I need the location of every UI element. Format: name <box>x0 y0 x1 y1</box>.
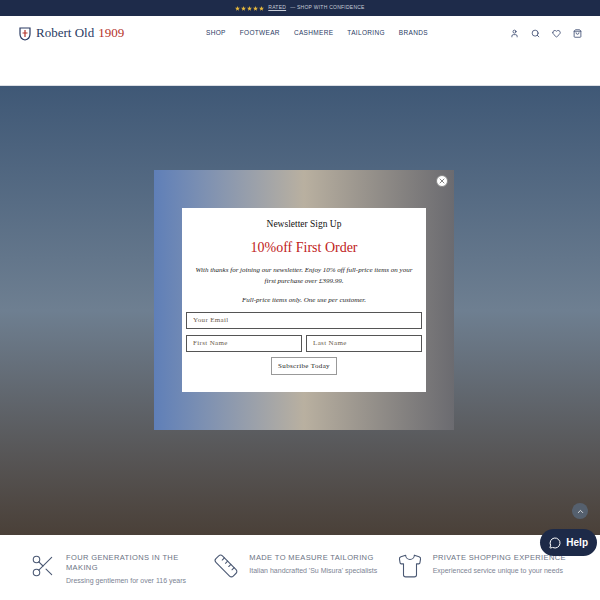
newsletter-popup: Newsletter Sign Up 10%off First Order With… <box>154 170 454 430</box>
wishlist-icon[interactable] <box>552 29 561 38</box>
feature-icon <box>213 553 239 579</box>
feature: MADE TO MEASURE TAILORINGItalian handcra… <box>213 553 386 600</box>
bag-icon[interactable] <box>573 29 582 38</box>
last-name-input[interactable] <box>306 335 422 352</box>
star-icon <box>253 6 258 11</box>
first-name-input[interactable] <box>186 335 302 352</box>
account-icon[interactable] <box>510 29 519 38</box>
features-strip: FOUR GENERATIONS IN THE MAKINGDressing g… <box>0 535 600 600</box>
star-icon <box>235 6 240 11</box>
popup-offer: 10%off First Order <box>250 237 357 258</box>
search-icon[interactable] <box>531 29 540 38</box>
page: RATED — SHOP WITH CONFIDENCE Robert Old190… <box>0 0 600 600</box>
feature: FOUR GENERATIONS IN THE MAKINGDressing g… <box>30 553 203 600</box>
scroll-top-button[interactable] <box>572 503 588 519</box>
close-icon <box>438 177 446 185</box>
email-input[interactable] <box>186 312 422 329</box>
nav-item[interactable]: CASHMERE <box>294 28 333 38</box>
popup-content: Newsletter Sign Up 10%off First Order With… <box>182 208 426 392</box>
star-icon <box>259 6 264 11</box>
popup-body: With thanks for joining our newsletter. … <box>186 265 422 286</box>
star-icon <box>241 6 246 11</box>
logo[interactable]: Robert Old1909 <box>18 23 188 43</box>
header: Robert Old1909 SHOP FOOTWEAR CASHMERE TAILOR… <box>0 16 600 86</box>
star-icon <box>247 6 252 11</box>
chevron-up-icon <box>576 507 585 516</box>
rated-link[interactable]: RATED <box>268 4 286 12</box>
announcement-bar: RATED — SHOP WITH CONFIDENCE <box>0 0 600 16</box>
subscribe-button[interactable]: Subscribe Today <box>271 357 337 376</box>
nav-item[interactable]: SHOP <box>206 28 226 38</box>
nav-item[interactable]: BRANDS <box>399 28 428 38</box>
feature-icon <box>30 553 56 579</box>
feature: PRIVATE SHOPPING EXPERIENCEExperienced s… <box>397 553 570 600</box>
popup-close-button[interactable] <box>436 175 448 187</box>
crest-icon <box>18 25 32 41</box>
popup-note: Full-price items only. One use per custo… <box>242 295 366 306</box>
feature-icon <box>397 553 423 579</box>
chat-icon <box>549 537 561 549</box>
help-button[interactable]: Help <box>540 529 597 556</box>
main-nav: SHOP FOOTWEAR CASHMERE TAILORING BRANDS <box>206 28 428 38</box>
popup-title: Newsletter Sign Up <box>267 217 342 231</box>
nav-item[interactable]: FOOTWEAR <box>240 28 280 38</box>
rating-stars <box>235 6 264 11</box>
announcement-text: — SHOP WITH CONFIDENCE <box>290 4 365 12</box>
nav-item[interactable]: TAILORING <box>347 28 384 38</box>
